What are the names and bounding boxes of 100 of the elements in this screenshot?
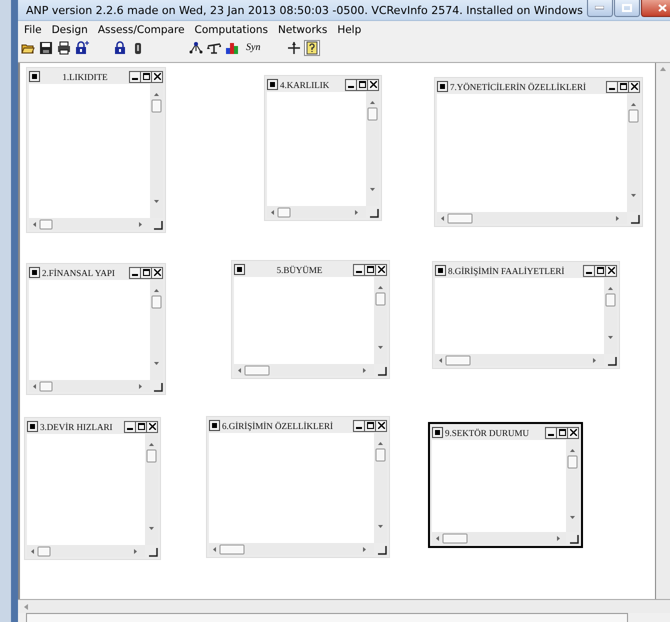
maximize-button[interactable]	[364, 420, 376, 432]
minimize-button[interactable]	[129, 266, 141, 278]
window-title: ANP version 2.2.6 made on Wed, 23 Jan 2013 08:50:03 -0500. VCRevInfo 2574. Installed on Windows	[26, 4, 583, 16]
close-button[interactable]	[146, 420, 158, 432]
close-icon	[148, 423, 156, 430]
cluster-title: 7.YÖNETİCİLERİN ÖZELLİKLERİ	[450, 82, 587, 92]
menu-item[interactable]: Assess/Compare	[98, 24, 185, 36]
cluster-title: 4.KARLILIK	[280, 80, 330, 90]
maximize-icon	[366, 266, 374, 273]
close-icon	[378, 266, 384, 273]
cluster-window[interactable]: 4.KARLILIK	[264, 75, 382, 221]
size-grip-icon[interactable]	[154, 383, 163, 392]
minimize-button[interactable]	[353, 420, 365, 432]
horizontal-scrollbar[interactable]	[18, 599, 670, 613]
close-icon	[608, 267, 614, 274]
lock-plus-icon[interactable]	[74, 40, 90, 56]
cluster-title: 8.GİRİŞİMİN FAALİYETLERİ	[448, 266, 566, 276]
system-menu-icon[interactable]	[29, 71, 40, 82]
cluster-title: 6.GİRİŞİMİN ÖZELLİKLERİ	[222, 420, 334, 430]
size-grip-icon[interactable]	[370, 209, 379, 218]
size-grip-icon[interactable]	[149, 548, 158, 557]
system-menu-icon[interactable]	[234, 264, 245, 275]
close-icon	[570, 429, 576, 436]
maximize-icon	[558, 429, 566, 436]
minimize-button[interactable]	[129, 70, 141, 82]
system-menu-icon[interactable]	[435, 265, 446, 276]
crosshair-arrow-icon[interactable]	[286, 40, 302, 56]
close-icon	[154, 73, 160, 80]
help-icon[interactable]	[304, 40, 320, 56]
close-button[interactable]	[605, 264, 617, 276]
maximize-button[interactable]	[140, 266, 152, 278]
system-menu-icon[interactable]	[27, 421, 38, 432]
close-icon	[378, 422, 384, 429]
close-button[interactable]	[367, 78, 379, 90]
maximize-button[interactable]	[617, 80, 629, 92]
minimize-button[interactable]	[345, 78, 357, 90]
size-grip-icon[interactable]	[631, 215, 640, 224]
cluster-title: 2.FİNANSAL YAPI	[42, 268, 116, 278]
maximize-button[interactable]	[556, 426, 568, 438]
cluster-window[interactable]: 9.SEKTÖR DURUMU	[428, 422, 583, 548]
size-grip-icon[interactable]	[154, 221, 163, 230]
lock-icon[interactable]	[112, 40, 128, 56]
close-button[interactable]	[628, 80, 640, 92]
syn-button[interactable]: Syn	[242, 42, 264, 53]
maximize-button[interactable]	[135, 420, 147, 432]
maximize-button[interactable]	[364, 264, 376, 276]
menu-item[interactable]: Design	[52, 24, 88, 36]
size-grip-icon[interactable]	[570, 535, 579, 544]
save-icon[interactable]	[38, 40, 54, 56]
cluster-title: 1.LIKIDITE	[61, 72, 109, 82]
menu-item[interactable]: Computations	[194, 24, 268, 36]
maximize-button[interactable]	[356, 78, 368, 90]
maximize-icon	[622, 4, 632, 12]
maximize-button[interactable]	[594, 264, 606, 276]
system-menu-icon[interactable]	[267, 79, 278, 90]
cluster-title: 9.SEKTÖR DURUMU	[445, 428, 530, 438]
maximize-icon	[596, 267, 604, 274]
minimize-button[interactable]	[124, 420, 136, 432]
minimize-button[interactable]	[583, 264, 595, 276]
menu-item[interactable]: Networks	[278, 24, 328, 36]
cluster-window[interactable]: 3.DEVİR HIZLARI	[24, 417, 161, 560]
minimize-button[interactable]	[353, 264, 365, 276]
close-icon	[630, 83, 638, 90]
vertical-scrollbar[interactable]	[656, 63, 670, 599]
close-icon	[658, 4, 668, 12]
maximize-icon	[366, 422, 374, 429]
close-icon	[370, 81, 376, 88]
cluster-window[interactable]: 2.FİNANSAL YAPI	[26, 263, 166, 395]
cluster-window[interactable]: 5.BÜYÜME	[231, 260, 390, 379]
system-menu-icon[interactable]	[29, 267, 40, 278]
system-menu-icon[interactable]	[437, 81, 448, 92]
printer-icon[interactable]	[56, 40, 72, 56]
cluster-window[interactable]: 8.GİRİŞİMİN FAALİYETLERİ	[432, 261, 620, 369]
close-button[interactable]	[151, 70, 163, 82]
size-grip-icon[interactable]	[608, 357, 617, 366]
close-button[interactable]	[151, 266, 163, 278]
size-grip-icon[interactable]	[378, 367, 387, 376]
menu-item[interactable]: Help	[337, 24, 362, 36]
maximize-icon	[142, 73, 150, 80]
maximize-icon	[620, 83, 626, 90]
close-button[interactable]	[567, 426, 579, 438]
menu-item[interactable]: File	[24, 24, 42, 36]
maximize-button[interactable]	[140, 70, 152, 82]
cluster-window[interactable]: 1.LIKIDITE	[26, 67, 166, 233]
size-grip-icon[interactable]	[378, 546, 387, 555]
cluster-title: 5.BÜYÜME	[276, 264, 324, 274]
cluster-window[interactable]: 6.GİRİŞİMİN ÖZELLİKLERİ	[206, 416, 390, 558]
minimize-button[interactable]	[606, 80, 618, 92]
minimize-icon	[595, 6, 604, 10]
cluster-window[interactable]: 7.YÖNETİCİLERİN ÖZELLİKLERİ	[434, 77, 643, 227]
close-button[interactable]	[375, 264, 387, 276]
minimize-button[interactable]	[545, 426, 557, 438]
system-menu-icon[interactable]	[432, 427, 443, 438]
cluster-title: 3.DEVİR HIZLARI	[40, 422, 114, 432]
close-button[interactable]	[375, 420, 387, 432]
maximize-icon	[358, 81, 366, 88]
network-nodes-icon[interactable]	[188, 40, 204, 56]
maximize-icon	[142, 269, 150, 276]
system-menu-icon[interactable]	[209, 420, 220, 431]
close-icon	[154, 269, 160, 276]
